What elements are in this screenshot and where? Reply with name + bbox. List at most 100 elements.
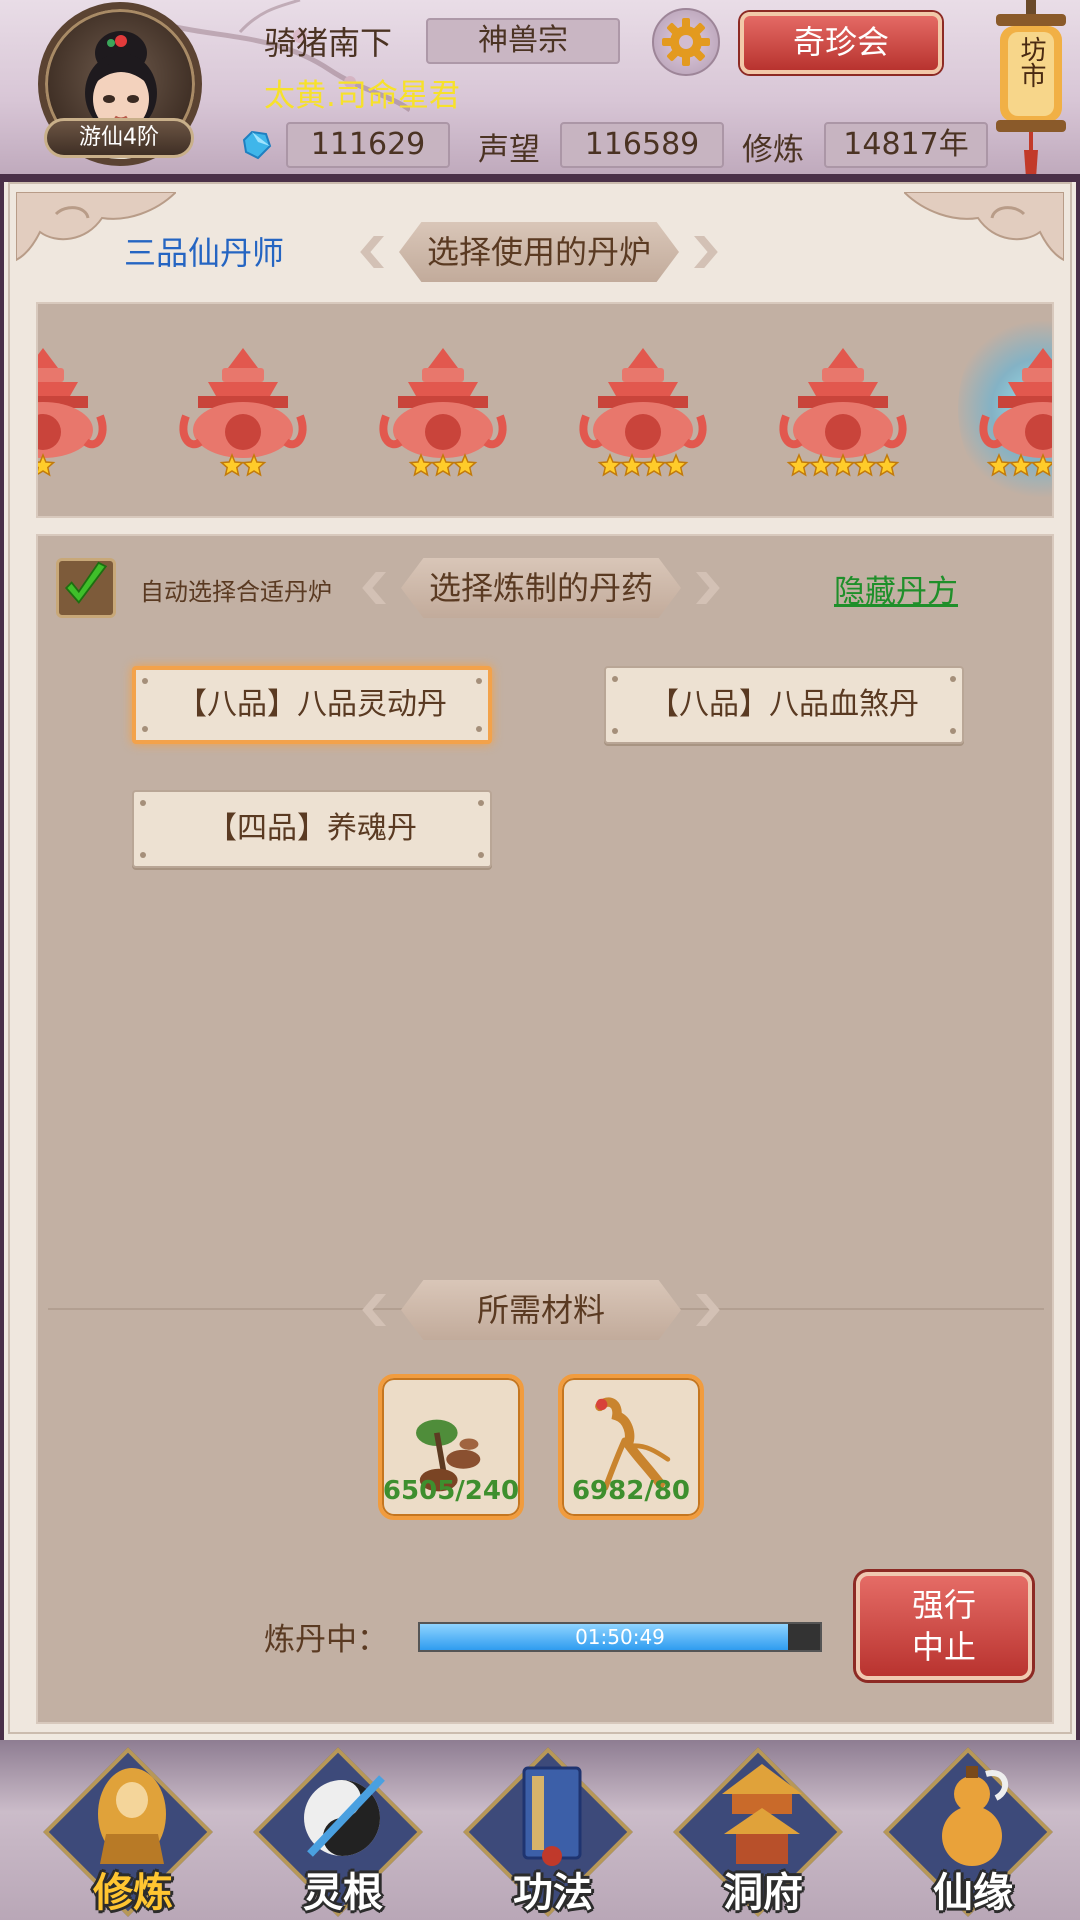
banner-chevron-right <box>694 236 718 268</box>
refining-progress-bar: 01:50:49 <box>418 1622 822 1652</box>
spirit-root-icon <box>304 1775 385 1857</box>
furnace-banner-label: 选择使用的丹炉 <box>426 233 651 271</box>
gear-icon <box>662 18 710 66</box>
treasure-auction-button[interactable]: 奇珍会 <box>740 12 942 74</box>
rivet <box>950 728 956 734</box>
top-status-bar: 游仙4阶 骑猪南下 神兽宗 奇珍会 太黄.司命星君 111629 声望 1165… <box>0 0 1080 182</box>
gourd-icon <box>942 1766 1009 1866</box>
furnace-star-icon <box>808 453 834 477</box>
sect-name[interactable]: 神兽宗 <box>426 18 620 64</box>
refining-status-label: 炼丹中： <box>264 1622 388 1658</box>
furnace-star-icon <box>1030 453 1052 477</box>
furnace-star-icon <box>1008 453 1034 477</box>
materials-banner-label: 所需材料 <box>476 1291 605 1329</box>
force-stop-button[interactable]: 强行 中止 <box>856 1572 1032 1680</box>
materials-banner: 所需材料 <box>346 1280 736 1340</box>
rivet <box>142 678 148 684</box>
rivet <box>612 676 618 682</box>
technique-book-icon <box>522 1766 582 1866</box>
cultivate-icon <box>98 1768 166 1864</box>
rivet <box>142 726 148 732</box>
nav-cultivate[interactable]: 修炼 <box>43 1747 218 1918</box>
furnace-item[interactable] <box>778 346 908 486</box>
force-stop-line2: 中止 <box>911 1628 976 1666</box>
avatar-rank-badge: 游仙4阶 <box>44 118 194 158</box>
material-count: 6982/80 <box>571 1476 691 1506</box>
furnace-star-icon <box>986 453 1012 477</box>
recipe-banner-label: 选择炼制的丹药 <box>428 569 653 607</box>
recipe-banner: 选择炼制的丹药 <box>346 558 736 618</box>
player-name: 骑猪南下 <box>264 24 393 62</box>
reputation-label: 声望 <box>478 132 540 168</box>
recipe-button-lingdong[interactable]: 【八品】八品灵动丹 <box>132 666 492 744</box>
nav-spirit-root[interactable]: 灵根 <box>253 1747 428 1918</box>
furnace-star-icon <box>641 453 667 477</box>
checkmark-icon <box>64 561 108 604</box>
reputation-value: 116589 <box>560 122 724 168</box>
furnace-star-icon <box>874 453 900 477</box>
nav-label: 洞府 <box>723 1870 803 1916</box>
auto-select-furnace-checkbox[interactable] <box>56 558 116 618</box>
banner-chevron-left <box>362 572 386 604</box>
furnace-star-icon <box>786 453 812 477</box>
recipe-label: 【八品】八品血煞丹 <box>649 687 919 722</box>
auto-select-label: 自动选择合适丹炉 <box>140 578 332 606</box>
bottom-navigation: 修炼 灵根 功法 洞府 仙缘 <box>0 1740 1080 1920</box>
alchemist-rank-title: 三品仙丹师 <box>124 234 285 272</box>
rivet <box>478 800 484 806</box>
rivet <box>478 852 484 858</box>
furnace-star-icon <box>619 453 645 477</box>
nav-label: 修炼 <box>93 1870 173 1916</box>
rivet <box>950 676 956 682</box>
alchemy-panel: 三品仙丹师 选择使用的丹炉 自动选择合适丹炉 选择炼制的丹药 隐藏丹方 【八品】… <box>0 182 1080 1740</box>
banner-chevron-left <box>362 1294 386 1326</box>
recipe-section: 自动选择合适丹炉 选择炼制的丹药 隐藏丹方 【八品】八品灵动丹 【八品】八品血煞… <box>36 534 1054 1724</box>
refining-time-remaining: 01:50:49 <box>575 1625 665 1649</box>
rivet <box>476 678 482 684</box>
cultivation-label: 修炼 <box>742 132 804 168</box>
furnace-item[interactable] <box>578 346 708 486</box>
furnace-star-icon <box>430 453 456 477</box>
alchemy-panel-background: 三品仙丹师 选择使用的丹炉 自动选择合适丹炉 选择炼制的丹药 隐藏丹方 【八品】… <box>8 182 1072 1734</box>
furnace-item[interactable] <box>978 346 1054 486</box>
nav-label: 仙缘 <box>933 1870 1013 1916</box>
furnace-star-icon <box>663 453 689 477</box>
cloud-ornament-right <box>904 192 1064 262</box>
nav-cave-dwelling[interactable]: 洞府 <box>673 1747 848 1918</box>
rivet <box>476 726 482 732</box>
recipe-button-yanghun[interactable]: 【四品】养魂丹 <box>132 790 492 868</box>
cultivation-value: 14817年 <box>824 122 988 168</box>
material-slot-ginseng[interactable]: 6982/80 <box>558 1374 704 1520</box>
gem-count: 111629 <box>286 122 450 168</box>
furnace-star-icon <box>408 453 434 477</box>
furnace-star-icon <box>241 453 267 477</box>
furnace-star-icon <box>852 453 878 477</box>
furnace-star-icon <box>219 453 245 477</box>
cave-dwelling-icon <box>722 1764 802 1864</box>
furnace-item[interactable] <box>36 346 108 486</box>
player-title: 太黄.司命星君 <box>264 78 460 114</box>
recipe-label: 【四品】养魂丹 <box>207 811 417 846</box>
hide-recipe-link[interactable]: 隐藏丹方 <box>834 566 958 611</box>
material-slot-herb[interactable]: 6505/240 <box>378 1374 524 1520</box>
recipe-label: 【八品】八品灵动丹 <box>177 687 447 722</box>
furnace-banner: 选择使用的丹炉 <box>344 222 734 282</box>
furnace-star-icon <box>597 453 623 477</box>
nav-technique[interactable]: 功法 <box>463 1747 638 1918</box>
furnace-item[interactable] <box>378 346 508 486</box>
furnace-item[interactable] <box>178 346 308 486</box>
nav-label: 灵根 <box>303 1870 383 1916</box>
rivet <box>612 728 618 734</box>
banner-chevron-left <box>360 236 384 268</box>
furnace-star-icon <box>38 453 56 477</box>
furnace-carousel[interactable] <box>36 302 1054 518</box>
banner-chevron-right <box>696 1294 720 1326</box>
settings-button[interactable] <box>652 8 720 76</box>
market-lantern-button[interactable]: 坊市 <box>988 0 1074 180</box>
nav-fate[interactable]: 仙缘 <box>883 1747 1058 1918</box>
nav-label: 功法 <box>513 1870 593 1916</box>
market-sign: 坊市 <box>1016 36 1046 88</box>
recipe-button-xuesha[interactable]: 【八品】八品血煞丹 <box>604 666 964 744</box>
furnace-star-icon <box>452 453 478 477</box>
force-stop-line1: 强行 <box>911 1586 976 1624</box>
